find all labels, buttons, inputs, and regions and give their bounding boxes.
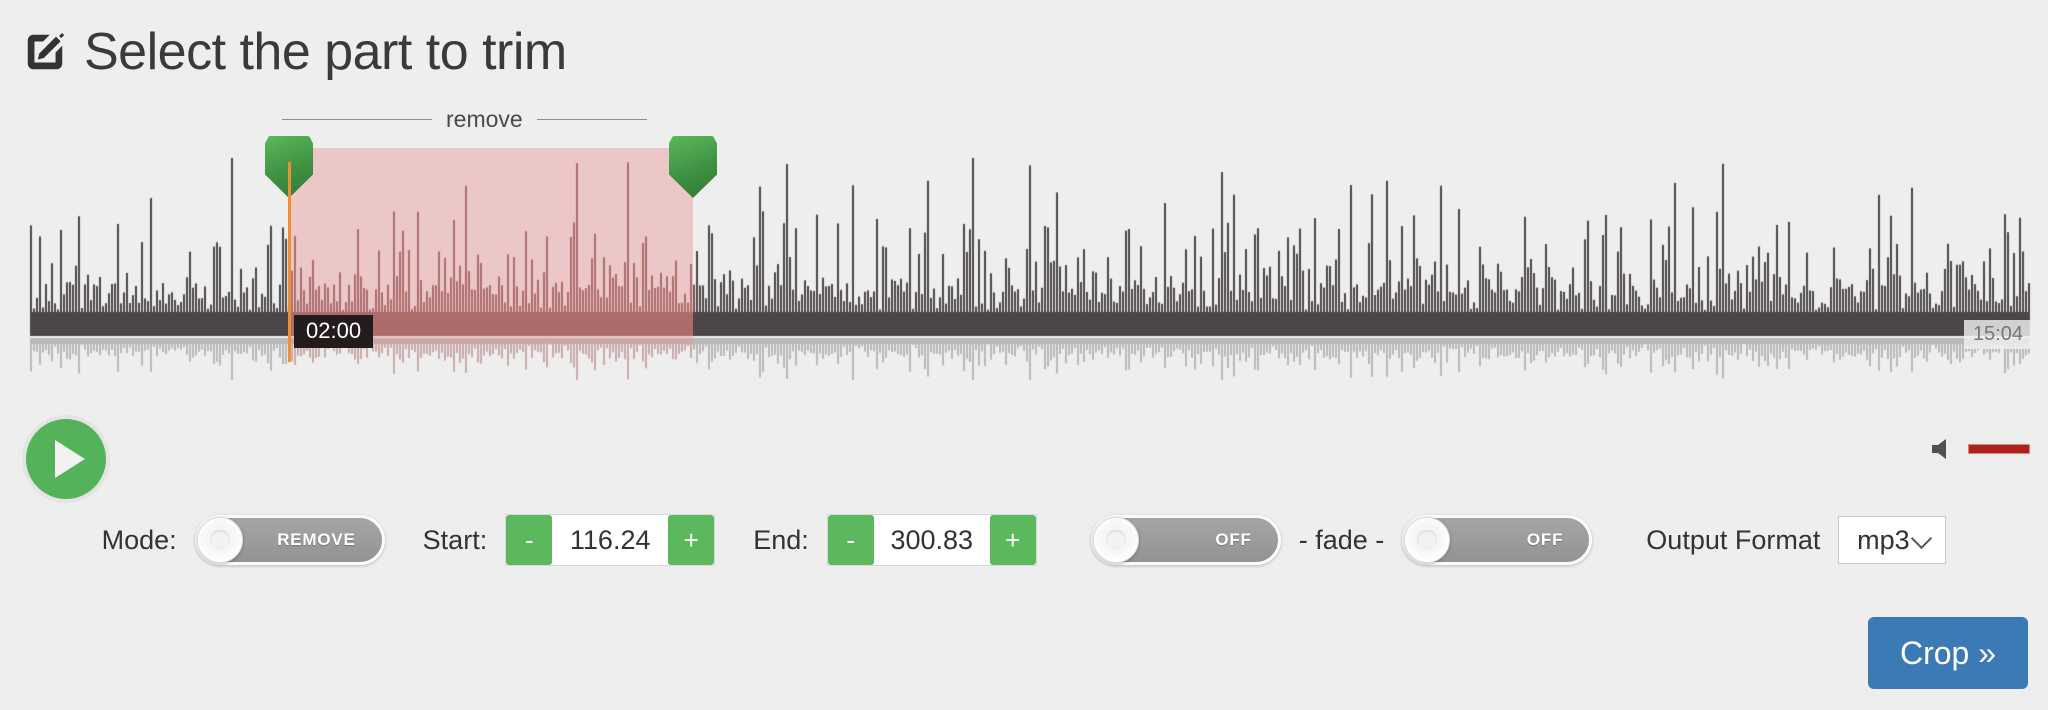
mode-toggle-knob[interactable] bbox=[196, 517, 243, 563]
mode-divider: remove bbox=[282, 106, 702, 133]
end-increment-button[interactable]: + bbox=[989, 515, 1036, 565]
fade-label: - fade - bbox=[1298, 524, 1385, 555]
waveform-container[interactable]: 02:00 15:04 bbox=[0, 136, 2048, 380]
end-decrement-button[interactable]: - bbox=[827, 515, 874, 565]
end-label: End: bbox=[753, 524, 809, 555]
crop-button[interactable]: Crop » bbox=[1868, 617, 2028, 689]
mode-label: Mode: bbox=[101, 524, 177, 555]
start-increment-button[interactable]: + bbox=[668, 515, 715, 565]
play-button[interactable] bbox=[22, 415, 110, 503]
mode-divider-label: remove bbox=[446, 106, 523, 132]
output-format-label: Output Format bbox=[1646, 524, 1821, 555]
end-stepper[interactable]: - + bbox=[826, 514, 1037, 566]
play-triangle-icon bbox=[55, 440, 85, 478]
fade-in-toggle[interactable]: OFF bbox=[1090, 515, 1281, 565]
playhead[interactable] bbox=[288, 162, 291, 362]
speaker-icon[interactable] bbox=[1930, 437, 1956, 461]
volume-slider[interactable] bbox=[1968, 444, 2030, 454]
output-format-select[interactable]: mp3 bbox=[1838, 516, 1947, 564]
edit-square-icon bbox=[22, 29, 68, 75]
start-input[interactable] bbox=[552, 515, 669, 565]
fade-out-toggle[interactable]: OFF bbox=[1402, 515, 1593, 565]
mode-toggle-label: REMOVE bbox=[277, 530, 356, 549]
total-duration-label: 15:04 bbox=[1963, 320, 2032, 349]
start-stepper[interactable]: - + bbox=[505, 514, 716, 566]
selection-region[interactable] bbox=[265, 136, 717, 338]
mode-toggle[interactable]: REMOVE bbox=[194, 515, 385, 565]
current-time-label: 02:00 bbox=[294, 315, 374, 348]
fade-out-toggle-label: OFF bbox=[1526, 530, 1564, 549]
fade-out-toggle-knob[interactable] bbox=[1404, 517, 1451, 563]
start-label: Start: bbox=[422, 524, 488, 555]
divider-rule-left bbox=[282, 119, 432, 120]
volume-control[interactable] bbox=[1930, 437, 2030, 461]
end-input[interactable] bbox=[873, 515, 990, 565]
page-title: Select the part to trim bbox=[84, 23, 567, 81]
chevron-down-icon bbox=[1911, 527, 1933, 550]
fade-in-toggle-label: OFF bbox=[1215, 530, 1252, 549]
start-decrement-button[interactable]: - bbox=[506, 515, 553, 565]
divider-rule-right bbox=[536, 119, 647, 120]
fade-in-toggle-knob[interactable] bbox=[1092, 517, 1139, 563]
page-header: Select the part to trim bbox=[22, 26, 567, 78]
output-format-value: mp3 bbox=[1857, 524, 1910, 555]
controls-row: Mode: REMOVE Start: - + End: - + OFF - f… bbox=[0, 505, 2048, 575]
